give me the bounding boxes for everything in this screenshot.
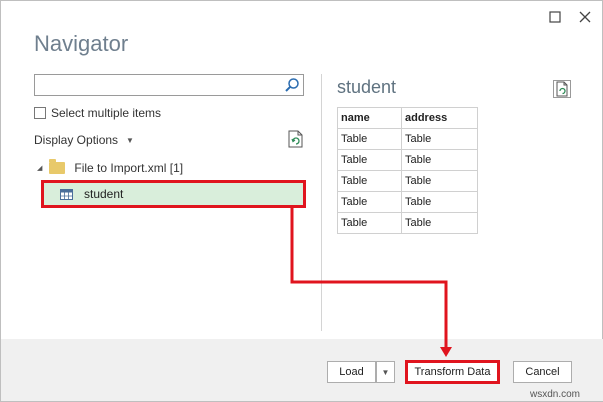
column-header[interactable]: address <box>401 107 478 129</box>
table-icon <box>60 188 73 200</box>
table-header-row: name address <box>337 107 478 129</box>
maximize-icon[interactable] <box>545 7 565 27</box>
table-cell: Table <box>401 170 478 192</box>
table-cell: Table <box>401 191 478 213</box>
caret-down-icon: ▼ <box>126 135 134 145</box>
expand-triangle-icon[interactable]: ◢ <box>37 164 42 172</box>
folder-icon <box>49 159 66 174</box>
display-options-dropdown[interactable]: Display Options ▼ <box>34 133 134 147</box>
table-cell: Table <box>337 212 402 234</box>
table-cell: Table <box>337 149 402 171</box>
table-row: Table Table <box>337 170 478 192</box>
select-multiple-checkbox[interactable] <box>34 107 46 119</box>
chevron-down-icon: ▼ <box>381 367 390 377</box>
table-cell: Table <box>337 191 402 213</box>
table-cell: Table <box>401 212 478 234</box>
select-multiple-label: Select multiple items <box>51 106 162 120</box>
table-row: Table Table <box>337 191 478 213</box>
table-cell: Table <box>337 170 402 192</box>
folder-label: File to Import.xml [1] <box>74 161 184 175</box>
table-cell: Table <box>337 128 402 150</box>
search-icon[interactable] <box>284 77 300 93</box>
load-dropdown-button[interactable]: ▼ <box>376 361 395 383</box>
display-options-label: Display Options <box>34 133 119 147</box>
watermark: wsxdn.com <box>530 389 581 400</box>
navigator-dialog: Navigator Select multiple items Display … <box>0 0 603 402</box>
refresh-icon[interactable] <box>288 130 304 148</box>
cancel-button[interactable]: Cancel <box>513 361 572 383</box>
preview-table: name address Table Table Table Table Tab… <box>337 107 478 234</box>
load-button[interactable]: Load <box>327 361 376 383</box>
tree-item-student[interactable]: student <box>41 180 306 208</box>
dialog-title: Navigator <box>34 31 129 56</box>
table-row: Table Table <box>337 149 478 171</box>
refresh-preview-icon[interactable] <box>553 80 571 98</box>
search-input[interactable] <box>34 74 304 96</box>
table-cell: Table <box>401 128 478 150</box>
close-icon[interactable] <box>575 7 595 27</box>
column-header[interactable]: name <box>337 107 402 129</box>
tree-item-label: student <box>84 187 124 201</box>
table-row: Table Table <box>337 212 478 234</box>
table-row: Table Table <box>337 128 478 150</box>
tree-folder-node[interactable]: ◢ File to Import.xml [1] <box>37 159 184 175</box>
select-multiple-checkbox-row[interactable]: Select multiple items <box>34 106 161 120</box>
table-cell: Table <box>401 149 478 171</box>
transform-data-button[interactable]: Transform Data <box>405 360 500 384</box>
preview-title: student <box>337 77 397 97</box>
pane-divider[interactable] <box>321 74 322 331</box>
